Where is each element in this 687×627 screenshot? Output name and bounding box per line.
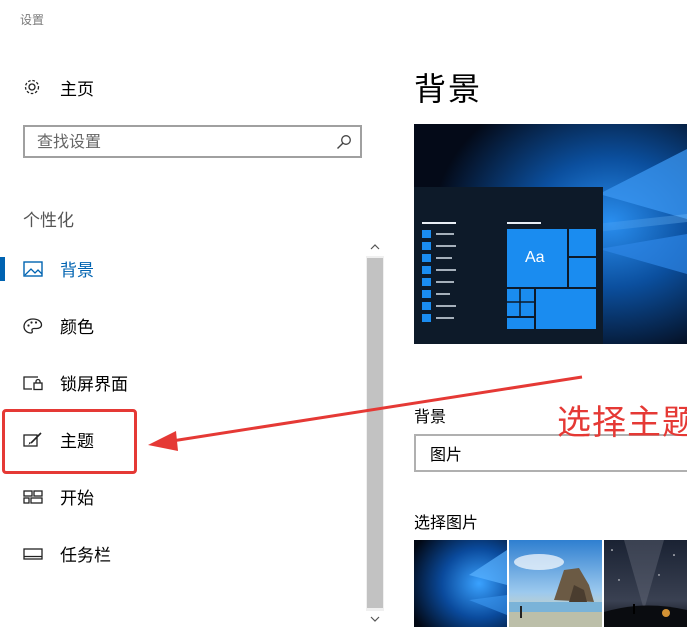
picture-thumbnails xyxy=(414,540,687,627)
home-nav-item[interactable]: 主页 xyxy=(22,73,94,101)
picture-thumbnail-2[interactable] xyxy=(509,540,602,627)
sidebar-item-taskbar[interactable]: 任务栏 xyxy=(0,525,360,582)
background-type-value: 图片 xyxy=(430,445,463,464)
section-title: 个性化 xyxy=(23,211,74,231)
sidebar-item-label: 任务栏 xyxy=(60,546,111,566)
window-title: 设置 xyxy=(20,13,45,27)
selection-indicator xyxy=(0,257,5,281)
scroll-up-button[interactable] xyxy=(366,236,384,256)
start-tiles-icon xyxy=(23,489,43,504)
preview-tile-text: Aa xyxy=(525,249,545,266)
page-title: 背景 xyxy=(414,70,483,108)
picture-icon xyxy=(23,260,43,277)
gear-icon xyxy=(24,79,40,95)
sidebar-scrollbar[interactable] xyxy=(366,236,384,627)
sidebar-item-label: 开始 xyxy=(60,489,94,509)
choose-picture-label: 选择图片 xyxy=(414,513,479,532)
sidebar-item-lock-screen[interactable]: 锁屏界面 xyxy=(0,354,360,411)
sidebar-item-background[interactable]: 背景 xyxy=(0,240,360,297)
background-preview: Aa xyxy=(414,124,687,344)
chevron-down-icon xyxy=(370,616,380,622)
sidebar-item-colors[interactable]: 颜色 xyxy=(0,297,360,354)
scroll-thumb[interactable] xyxy=(367,258,383,608)
annotation-text: 选择主题 xyxy=(557,403,687,443)
search-icon[interactable] xyxy=(336,134,352,150)
scroll-down-button[interactable] xyxy=(366,611,384,627)
annotation-highlight-box xyxy=(2,409,137,474)
search-box[interactable] xyxy=(23,125,362,158)
picture-thumbnail-3[interactable] xyxy=(604,540,687,627)
home-label: 主页 xyxy=(60,79,94,100)
chevron-up-icon xyxy=(370,243,380,249)
sidebar-item-start[interactable]: 开始 xyxy=(0,468,360,525)
palette-icon xyxy=(23,317,43,334)
sidebar-item-label: 背景 xyxy=(60,261,94,281)
night-sky-thumbnail xyxy=(604,540,687,627)
desktop-preview-image xyxy=(414,124,687,344)
sidebar-item-label: 颜色 xyxy=(60,318,94,338)
background-type-label: 背景 xyxy=(414,407,447,426)
search-input[interactable] xyxy=(25,127,360,156)
taskbar-icon xyxy=(23,547,43,560)
picture-thumbnail-1[interactable] xyxy=(414,540,507,627)
beach-rocks-thumbnail xyxy=(509,540,602,627)
sidebar-item-label: 锁屏界面 xyxy=(60,375,128,395)
windows-light-thumbnail xyxy=(414,540,507,627)
lock-screen-icon xyxy=(23,375,43,390)
